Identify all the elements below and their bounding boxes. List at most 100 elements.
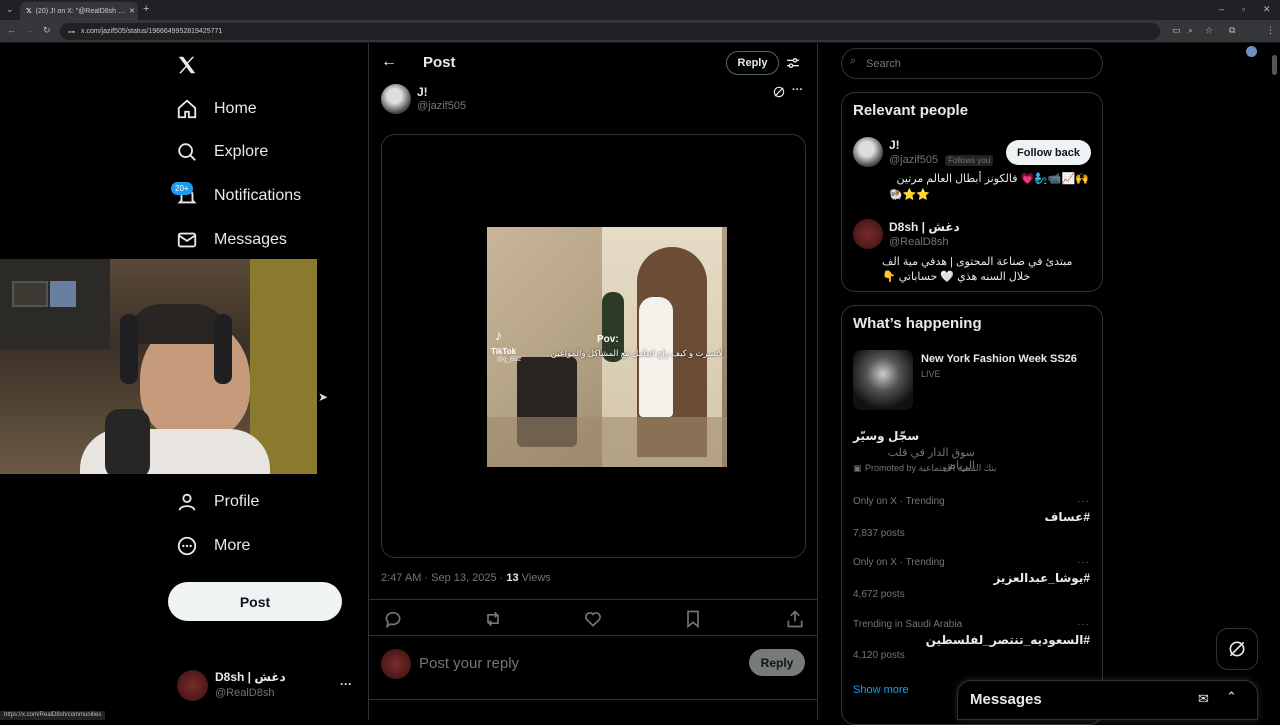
cast-icon[interactable]: ▭ <box>1172 25 1181 36</box>
nav-profile[interactable]: Profile <box>176 491 259 513</box>
person-name[interactable]: D8sh | دغش <box>889 220 960 234</box>
person-avatar[interactable] <box>853 219 883 249</box>
webcam-microphone <box>105 409 150 474</box>
person-avatar[interactable] <box>853 137 883 167</box>
x-favicon-icon: 𝕏 <box>26 8 32 15</box>
webcam-hair <box>128 304 228 344</box>
author-avatar[interactable] <box>381 84 411 114</box>
nav-profile-label: Profile <box>214 493 260 510</box>
event-thumbnail[interactable] <box>853 350 913 410</box>
trend-more-icon[interactable]: ··· <box>1077 557 1090 568</box>
author-handle[interactable]: @jazif505 <box>417 100 466 112</box>
nav-notifications-label: Notifications <box>214 187 302 204</box>
grok-icon[interactable] <box>772 85 786 99</box>
nav-home[interactable]: Home <box>176 98 257 120</box>
nav-messages[interactable]: Messages <box>176 229 287 251</box>
site-info-icon[interactable]: ⊶ <box>68 28 75 36</box>
search-input[interactable]: Search <box>841 48 1103 79</box>
account-menu-icon[interactable]: ··· <box>340 677 352 691</box>
forward-icon[interactable]: → <box>25 25 34 35</box>
more-circle-icon <box>177 536 197 556</box>
post-more-icon[interactable]: ··· <box>792 84 803 96</box>
trend-count: 4,672 posts <box>853 589 905 600</box>
trend-meta: Only on X · Trending <box>853 557 945 568</box>
reply-avatar <box>381 649 411 679</box>
video-player[interactable]: ♪ TikTok @g_j552 Pov: لاتسرت و كيف راح ا… <box>487 227 727 467</box>
divider <box>369 635 817 636</box>
new-tab-icon[interactable]: + <box>143 3 149 15</box>
address-bar[interactable]: ⊶ x.com/jazif505/status/1966649952819425… <box>60 23 1160 40</box>
post-time: 2:47 AM · Sep 13, 2025 · <box>381 572 507 584</box>
show-more-link[interactable]: Show more <box>853 684 909 696</box>
account-avatar[interactable] <box>177 670 208 701</box>
trend-name[interactable]: #عساف <box>1044 510 1090 524</box>
bookmark-star-icon[interactable]: ☆ <box>1205 25 1213 36</box>
trend-more-icon[interactable]: ··· <box>1077 496 1090 507</box>
tab-close-icon[interactable]: ✕ <box>129 7 135 15</box>
account-handle: @RealD8sh <box>215 687 275 699</box>
webcam-headphone-left <box>120 314 138 384</box>
video-pov-text: Pov: <box>597 334 619 345</box>
trend-name[interactable]: #يوشا_عبدالعزيز <box>993 571 1090 585</box>
grok-button[interactable] <box>1216 628 1258 670</box>
reply-chip-button[interactable]: Reply <box>726 51 779 75</box>
grok-icon <box>1229 641 1245 657</box>
maximize-icon[interactable]: ▫ <box>1242 4 1245 14</box>
new-message-icon[interactable]: ✉ <box>1198 691 1209 707</box>
person-handle[interactable]: @jazif505 <box>889 154 938 166</box>
window-close-icon[interactable]: ✕ <box>1263 4 1271 15</box>
reload-icon[interactable]: ↻ <box>43 25 51 36</box>
divider <box>369 599 817 600</box>
reply-input[interactable]: Post your reply <box>419 655 519 672</box>
bookmark-icon[interactable] <box>683 609 703 629</box>
x-logo-icon[interactable] <box>176 54 198 76</box>
promo-title[interactable]: سجّل وسيّر <box>853 429 1090 443</box>
media-container: ♪ TikTok @g_j552 Pov: لاتسرت و كيف راح ا… <box>381 134 806 558</box>
reply-settings-icon[interactable] <box>785 55 801 71</box>
minimize-icon[interactable]: – <box>1219 4 1224 14</box>
repost-icon[interactable] <box>483 609 503 629</box>
webcam-poster <box>12 281 48 307</box>
status-bar-url: https://x.com/RealD8sh/communities <box>0 711 106 720</box>
trend-more-icon[interactable]: ··· <box>1077 619 1090 630</box>
trend-count: 4,120 posts <box>853 650 905 661</box>
post-button[interactable]: Post <box>168 582 342 621</box>
author-name[interactable]: J! <box>417 85 428 99</box>
back-arrow-icon[interactable]: ← <box>381 53 397 71</box>
scrollbar-thumb[interactable] <box>1272 55 1277 75</box>
person-name[interactable]: J! <box>889 138 900 152</box>
nav-more-label: More <box>214 537 251 554</box>
nav-explore[interactable]: Explore <box>176 141 268 163</box>
tiktok-label: TikTok <box>491 347 517 356</box>
event-title[interactable]: New York Fashion Week SS26 <box>921 353 1077 365</box>
like-icon[interactable] <box>583 609 603 629</box>
reply-icon[interactable] <box>383 609 403 629</box>
nav-more[interactable]: More <box>176 535 250 557</box>
messages-drawer[interactable]: Messages ✉ ⌃ <box>957 680 1258 720</box>
video-floor <box>487 417 727 467</box>
post-timestamp: 2:47 AM · Sep 13, 2025 · 13 Views <box>381 572 551 584</box>
person-bio-line1: 🙌📈📹🧞‍♂️💗 فالكونز أبطال العالم مرتين <box>896 173 1090 185</box>
nav-notifications[interactable]: Notifications <box>176 185 301 207</box>
profile-avatar-icon[interactable] <box>1246 46 1257 57</box>
whats-happening-title: What’s happening <box>853 315 982 332</box>
search-icon <box>178 143 196 161</box>
zoom-icon[interactable]: ⌕ <box>1188 25 1193 36</box>
home-icon <box>177 99 197 119</box>
trend-count: 7,837 posts <box>853 528 905 539</box>
browser-tab[interactable]: 𝕏 (20) J! on X: "@RealD8sh … ✕ <box>20 2 138 20</box>
expand-icon[interactable]: ⌃ <box>1226 689 1237 705</box>
browser-menu-icon[interactable]: ⋮ <box>1266 25 1275 36</box>
follow-back-button[interactable]: Follow back <box>1006 140 1091 165</box>
webcam-overlay <box>0 259 317 474</box>
share-icon[interactable] <box>785 609 805 629</box>
reply-submit-button[interactable]: Reply <box>749 649 805 676</box>
tab-list-icon[interactable]: ⌄ <box>6 4 14 15</box>
views-count: 13 <box>506 572 519 584</box>
messages-drawer-title: Messages <box>970 691 1042 708</box>
extensions-icon[interactable]: ⧉ <box>1229 25 1235 36</box>
trend-name[interactable]: #السعوديه_تنتصر_لفلسطين <box>926 633 1090 647</box>
person-handle[interactable]: @RealD8sh <box>889 236 948 248</box>
back-icon[interactable]: ← <box>7 25 16 35</box>
person-icon <box>178 493 196 511</box>
